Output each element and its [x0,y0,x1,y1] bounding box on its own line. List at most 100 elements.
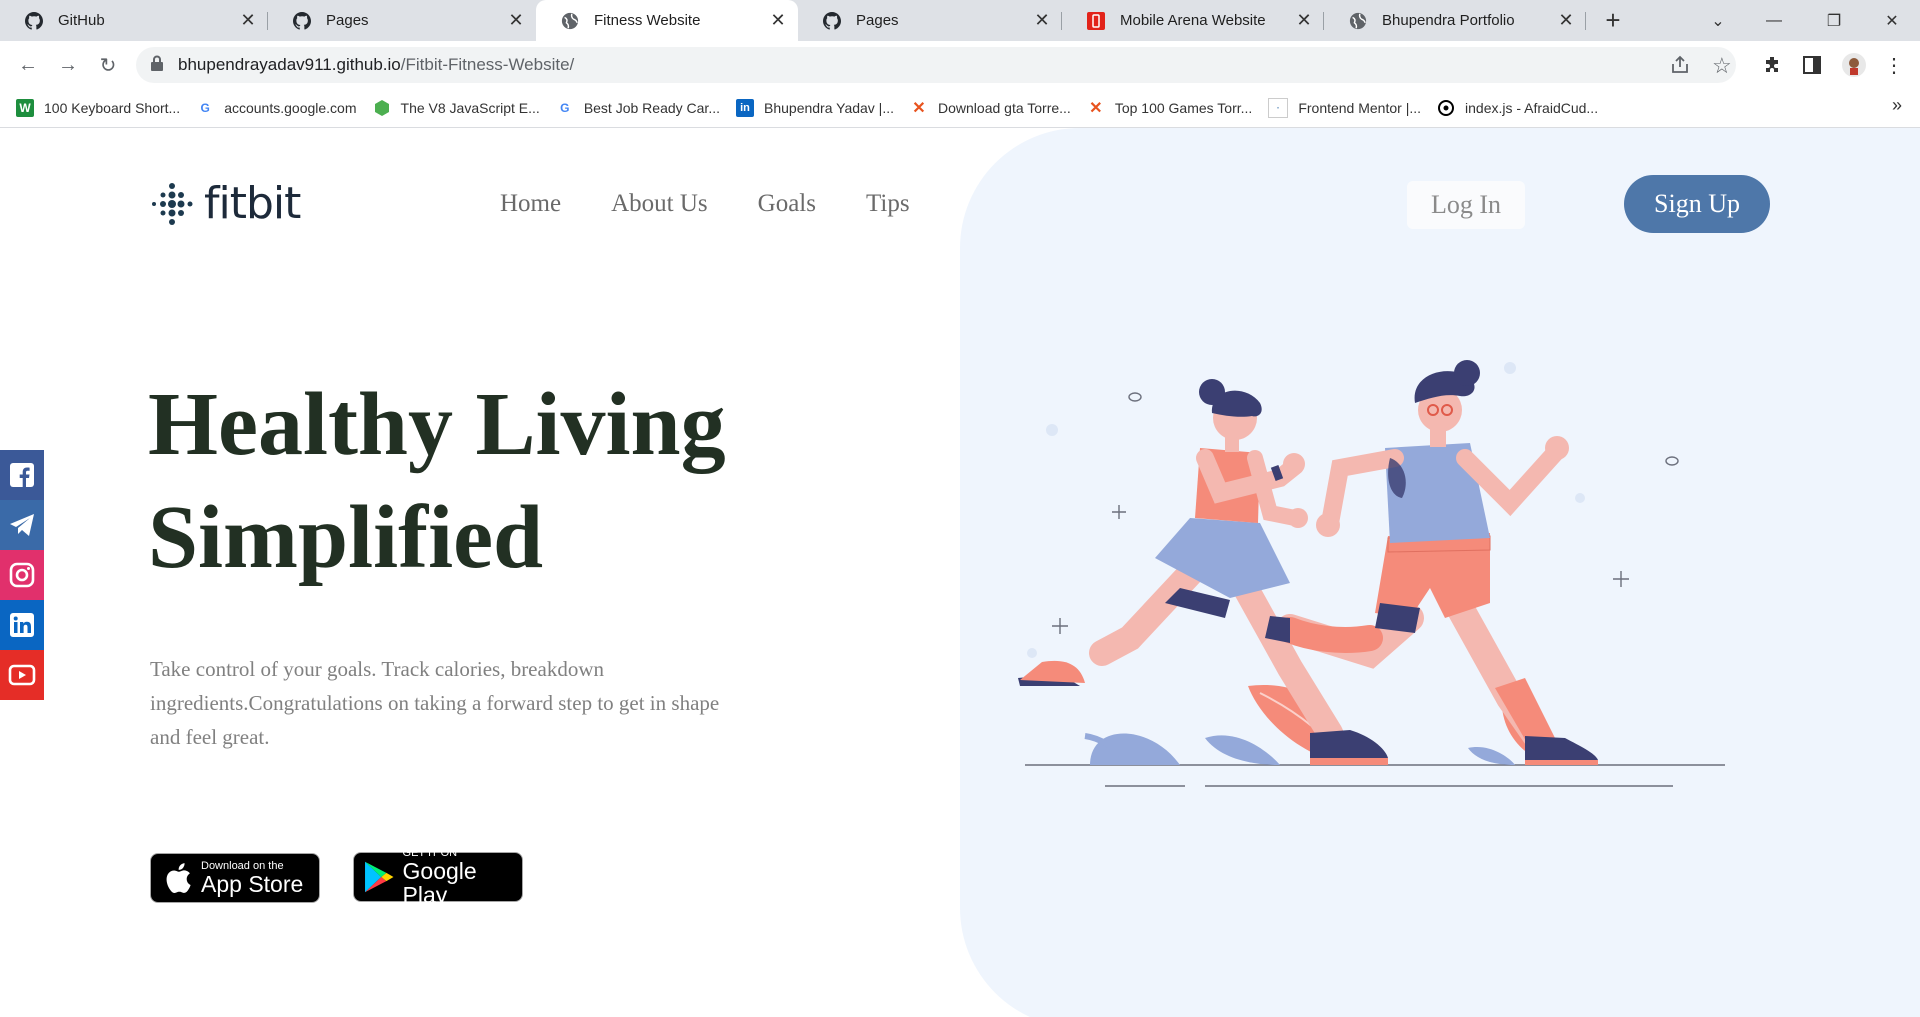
instagram-link[interactable] [0,550,44,600]
globe-icon [560,11,580,31]
spreadsheet-icon: W [16,99,34,117]
fitbit-logo[interactable]: fitbit [150,178,301,229]
tab-title: Pages [856,12,899,29]
telegram-link[interactable] [0,500,44,550]
github-icon [822,11,842,31]
x-icon: ✕ [1089,100,1103,117]
menu-icon[interactable]: ⋮ [1882,53,1906,77]
tab-github[interactable]: GitHub ✕ [0,0,268,41]
bookmark-label: Bhupendra Yadav |... [764,100,894,116]
github-icon [292,11,312,31]
close-icon[interactable]: ✕ [506,10,526,31]
tab-fitness-website[interactable]: Fitness Website ✕ [536,0,798,41]
app-store-text: Download on the App Store [201,860,303,896]
bookmark-star-icon[interactable]: ☆ [1712,53,1732,79]
bookmark-label: accounts.google.com [224,100,357,116]
globe-icon [1348,11,1368,31]
bookmark-label: Best Job Ready Car... [583,100,720,116]
nav-goals[interactable]: Goals [758,190,816,218]
bookmark-label: index.js - AfraidCud... [1465,100,1599,116]
headline-line-2: Simplified [148,488,544,587]
tab-bhupendra-portfolio[interactable]: Bhupendra Portfolio ✕ [1324,0,1586,41]
bookmark-item[interactable]: G Best Job Ready Car... [556,99,720,117]
close-icon[interactable]: ✕ [238,10,258,31]
close-icon[interactable]: ✕ [1032,10,1052,31]
bookmark-item[interactable]: Gaccounts.google.com [196,99,357,117]
app-store-button[interactable]: Download on the App Store [150,853,320,903]
bookmark-item[interactable]: The V8 JavaScript E... [373,99,540,117]
url-path: /Fitbit-Fitness-Website/ [400,55,575,74]
facebook-link[interactable] [0,450,44,500]
main-nav: Home About Us Goals Tips [500,190,960,218]
back-button[interactable]: ← [14,51,42,79]
mobile-arena-icon [1086,11,1106,31]
nav-home[interactable]: Home [500,190,561,218]
google-icon: G [560,101,570,115]
linkedin-link[interactable] [0,600,44,650]
tab-strip: GitHub ✕ Pages ✕ Fitness Website ✕ Pages… [0,0,1920,41]
tab-title: Bhupendra Portfolio [1382,12,1515,29]
youtube-icon [8,664,36,686]
bookmark-item[interactable]: in Bhupendra Yadav |... [736,99,894,117]
bookmark-label: Frontend Mentor |... [1298,100,1422,116]
bookmark-label: 100 Keyboard Short... [44,100,181,116]
social-sidebar [0,450,44,700]
nav-tips[interactable]: Tips [866,190,910,218]
restore-button[interactable]: ❐ [1806,0,1862,41]
nav-about-us[interactable]: About Us [611,190,708,218]
fitbit-dots-icon [152,182,193,225]
close-icon[interactable]: ✕ [1556,10,1576,31]
instagram-icon [9,562,35,588]
bookmark-label: Top 100 Games Torr... [1114,100,1253,116]
apple-icon [166,863,191,893]
url-host: bhupendrayadav911.github.io [178,55,401,74]
running-couple-illustration [1018,360,1725,787]
share-icon[interactable] [1670,55,1690,80]
tab-title: Mobile Arena Website [1120,12,1266,29]
bookmark-item[interactable]: · Frontend Mentor |... [1268,98,1421,118]
extensions-icon[interactable] [1760,53,1784,77]
v8-icon [373,99,391,117]
login-button[interactable]: Log In [1407,181,1525,229]
side-panel-icon[interactable] [1800,53,1824,77]
close-window-button[interactable]: ✕ [1864,0,1920,41]
web-page: fitbit Home About Us Goals Tips Log In S… [0,128,1920,1017]
bookmark-item[interactable]: ✕ Top 100 Games Torr... [1087,99,1252,117]
tab-search-icon[interactable]: ⌄ [1690,0,1746,41]
address-bar[interactable]: bhupendrayadav911.github.io /Fitbit-Fitn… [136,47,1736,83]
more-bookmarks-icon[interactable]: » [1892,95,1902,116]
bookmark-item[interactable]: index.js - AfraidCud... [1437,99,1598,117]
bookmark-item[interactable]: W 100 Keyboard Short... [16,99,180,117]
linkedin-icon: in [736,99,754,117]
profile-avatar[interactable] [1842,53,1866,77]
new-tab-button[interactable]: + [1600,7,1626,34]
minimize-button[interactable]: — [1746,0,1802,41]
forward-button[interactable]: → [54,51,82,79]
browser-toolbar: ← → ↻ bhupendrayadav911.github.io /Fitbi… [0,41,1920,89]
app-store-big-text: App Store [201,871,304,897]
tab-title: Pages [326,12,369,29]
signup-button[interactable]: Sign Up [1624,175,1770,233]
google-play-big-text: Google Play [402,858,477,908]
lock-icon [150,55,164,76]
tab-pages[interactable]: Pages ✕ [268,0,536,41]
tab-title: Fitness Website [594,12,701,29]
tab-separator [1585,12,1586,30]
tab-mobile-arena[interactable]: Mobile Arena Website ✕ [1062,0,1324,41]
telegram-icon [10,514,34,536]
close-icon[interactable]: ✕ [768,10,788,31]
frontend-mentor-icon: · [1268,98,1289,118]
logo-text: fitbit [204,178,301,229]
tab-pages-2[interactable]: Pages ✕ [798,0,1062,41]
youtube-link[interactable] [0,650,44,700]
headline-line-1: Healthy Living [148,375,726,474]
reload-button[interactable]: ↻ [94,51,122,79]
github-icon [24,11,44,31]
close-icon[interactable]: ✕ [1294,10,1314,31]
google-icon: G [200,101,210,115]
hero-headline: Healthy Living Simplified [148,368,726,594]
bookmark-label: The V8 JavaScript E... [400,100,540,116]
google-play-icon [365,861,394,893]
google-play-button[interactable]: GET IT ON Google Play [353,847,523,907]
bookmark-item[interactable]: ✕ Download gta Torre... [910,99,1071,117]
